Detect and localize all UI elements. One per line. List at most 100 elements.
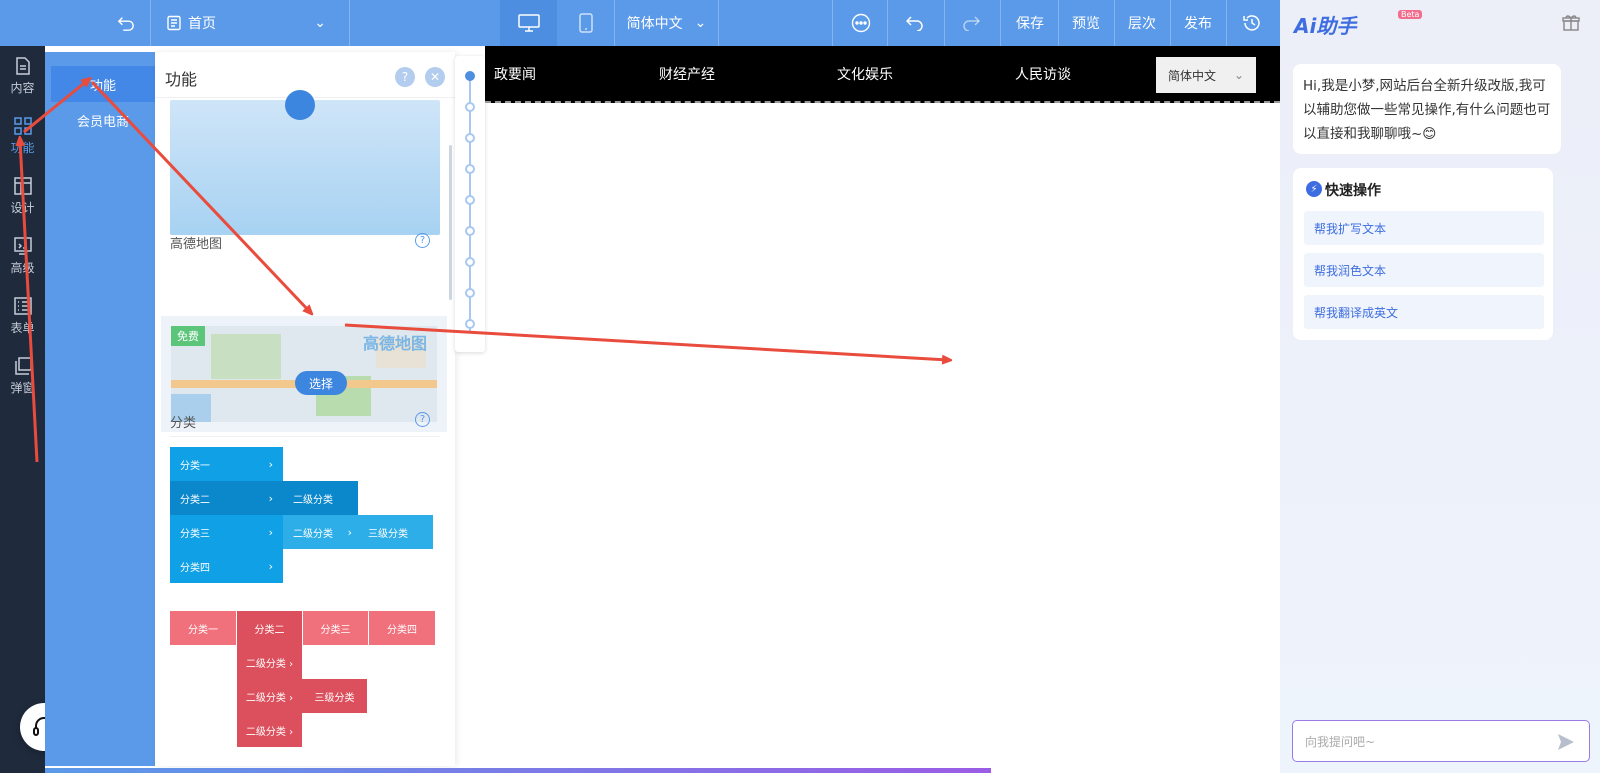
rail-item-form[interactable]: 表单 <box>0 286 45 346</box>
blue-category-item[interactable]: 分类三 › <box>170 515 283 549</box>
timeline-dot[interactable] <box>465 226 475 236</box>
map-help-icon[interactable]: ? <box>415 233 430 248</box>
category-label: 分类二 <box>180 494 210 506</box>
red-category-item[interactable]: 分类四 <box>369 611 435 645</box>
quick-action-translate-english[interactable]: 帮我翻译成英文 <box>1304 295 1544 329</box>
site-nav-item[interactable]: 文化娱乐 <box>837 46 893 101</box>
timeline-dot[interactable] <box>465 257 475 267</box>
rail-item-label: 功能 <box>10 141 35 155</box>
red-category-item[interactable]: 分类三 <box>303 611 368 645</box>
help-button[interactable]: ? <box>395 67 415 87</box>
red-subcategory-item[interactable]: 二级分类 › <box>237 679 302 713</box>
history-button[interactable] <box>1228 0 1276 46</box>
site-language-label: 简体中文 <box>1168 68 1217 83</box>
blue-third-category-item[interactable]: 三级分类 <box>358 515 433 549</box>
subnav-item-function[interactable]: 功能 <box>51 66 155 102</box>
rail-item-label: 弹窗 <box>10 381 35 395</box>
red-subcategory-item[interactable]: 二级分类 › <box>237 645 302 679</box>
category-label: 三级分类 <box>368 528 408 540</box>
category-label: 分类四 <box>180 562 210 574</box>
timeline-dot[interactable] <box>465 71 475 81</box>
blue-category-item[interactable]: 分类四 › <box>170 549 283 583</box>
layers-button[interactable]: 层次 <box>1116 0 1168 46</box>
panel-scrollbar[interactable] <box>449 145 452 300</box>
close-button[interactable]: ✕ <box>425 67 445 87</box>
toolbar-divider <box>1000 0 1001 46</box>
timeline-dot[interactable] <box>465 102 475 112</box>
subnav-item-member-ecommerce[interactable]: 会员电商 <box>51 102 155 138</box>
category-label: 分类三 <box>180 528 210 540</box>
quick-action-expand-text[interactable]: 帮我扩写文本 <box>1304 211 1544 245</box>
chevron-right-icon: › <box>268 491 273 505</box>
chevron-right-icon: › <box>268 457 273 471</box>
toolbar-divider <box>1114 0 1115 46</box>
grid-icon <box>13 117 32 135</box>
component-preview-image[interactable] <box>170 90 440 235</box>
blue-subcategory-item[interactable]: 二级分类 › <box>283 515 358 549</box>
page-select[interactable]: 首页 ⌄ <box>166 0 338 46</box>
ai-assistant-panel: Ai助手 Beta Hi,我是小梦,网站后台全新升级改版,我可以辅助您做一些常见… <box>1280 0 1600 773</box>
mobile-view-button[interactable] <box>557 0 614 46</box>
rail-item-content[interactable]: 内容 <box>0 46 45 106</box>
redo-button[interactable] <box>950 0 992 46</box>
timeline-dot[interactable] <box>465 133 475 143</box>
red-category-item[interactable]: 分类一 <box>170 611 236 645</box>
quick-actions-card: ⚡ 快速操作 帮我扩写文本 帮我润色文本 帮我翻译成英文 <box>1293 168 1553 340</box>
free-badge: 免费 <box>171 326 205 346</box>
map-thumbnail: 免费 高德地图 选择 <box>171 326 437 422</box>
site-language-select[interactable]: 简体中文 ⌄ <box>1156 57 1256 93</box>
blue-category-item[interactable]: 分类二 › <box>170 481 283 515</box>
site-nav-item[interactable]: 财经产经 <box>659 46 715 101</box>
history-icon <box>1243 15 1260 31</box>
panel-title: 功能 <box>165 70 198 89</box>
more-button[interactable] <box>840 0 882 46</box>
ai-assistant-logo: Ai助手 <box>1294 14 1357 38</box>
language-select[interactable]: 简体中文 ⌄ <box>615 0 718 46</box>
red-category-item[interactable]: 分类二 <box>237 611 302 645</box>
select-button[interactable]: 选择 <box>295 371 347 395</box>
blue-category-item[interactable]: 分类一 › <box>170 447 283 481</box>
gift-icon[interactable] <box>1562 14 1580 32</box>
rail-item-label: 内容 <box>10 81 35 95</box>
layers-popup-icon <box>14 357 32 375</box>
toolbar-divider <box>1226 0 1227 46</box>
toolbar-divider <box>944 0 945 46</box>
site-nav-item[interactable]: 人民访谈 <box>1015 46 1071 101</box>
timeline-dot[interactable] <box>465 288 475 298</box>
assistant-greeting: Hi,我是小梦,网站后台全新升级改版,我可以辅助您做一些常见操作,有什么问题也可… <box>1293 64 1561 154</box>
chevron-right-icon: › <box>268 559 273 573</box>
amap-component-card[interactable]: 免费 高德地图 选择 <box>161 316 447 432</box>
desktop-icon <box>517 14 540 32</box>
save-button[interactable]: 保存 <box>1004 0 1056 46</box>
top-toolbar: 首页 ⌄ 简体中文 ⌄ 保存 预览 层次 发布 <box>0 0 1280 46</box>
rail-item-advanced[interactable]: 高级 <box>0 226 45 286</box>
layout-icon <box>13 177 32 195</box>
red-subcategory-item[interactable]: 二级分类 › <box>237 713 302 747</box>
undo-button[interactable] <box>894 0 936 46</box>
red-third-category-item[interactable]: 三级分类 <box>302 679 367 713</box>
ai-question-input[interactable] <box>1305 732 1545 752</box>
language-label: 简体中文 <box>626 16 683 32</box>
undo-arrow-icon <box>117 17 134 31</box>
chevron-down-icon: ⌄ <box>1233 68 1244 82</box>
timeline-dot[interactable] <box>465 195 475 205</box>
quick-action-polish-text[interactable]: 帮我润色文本 <box>1304 253 1544 287</box>
timeline-dot[interactable] <box>465 319 475 329</box>
publish-button[interactable]: 发布 <box>1172 0 1224 46</box>
page-select-label: 首页 <box>188 16 216 32</box>
category-help-icon[interactable]: ? <box>415 412 430 427</box>
site-nav-item[interactable]: 政要闻 <box>494 46 536 101</box>
blue-subcategory-item[interactable]: 二级分类 <box>283 481 358 515</box>
undo-nav-button[interactable] <box>108 0 144 46</box>
preview-button[interactable]: 预览 <box>1060 0 1112 46</box>
category-label: 二级分类 <box>293 494 333 506</box>
preview-circle-shape <box>285 90 315 120</box>
rail-item-popup[interactable]: 弹窗 <box>0 346 45 406</box>
document-icon <box>15 57 30 75</box>
send-icon[interactable] <box>1557 733 1575 751</box>
timeline-dot[interactable] <box>465 164 475 174</box>
desktop-view-button[interactable] <box>500 0 557 46</box>
rail-item-design[interactable]: 设计 <box>0 166 45 226</box>
rail-item-label: 设计 <box>10 201 35 215</box>
rail-item-function[interactable]: 功能 <box>0 106 45 166</box>
